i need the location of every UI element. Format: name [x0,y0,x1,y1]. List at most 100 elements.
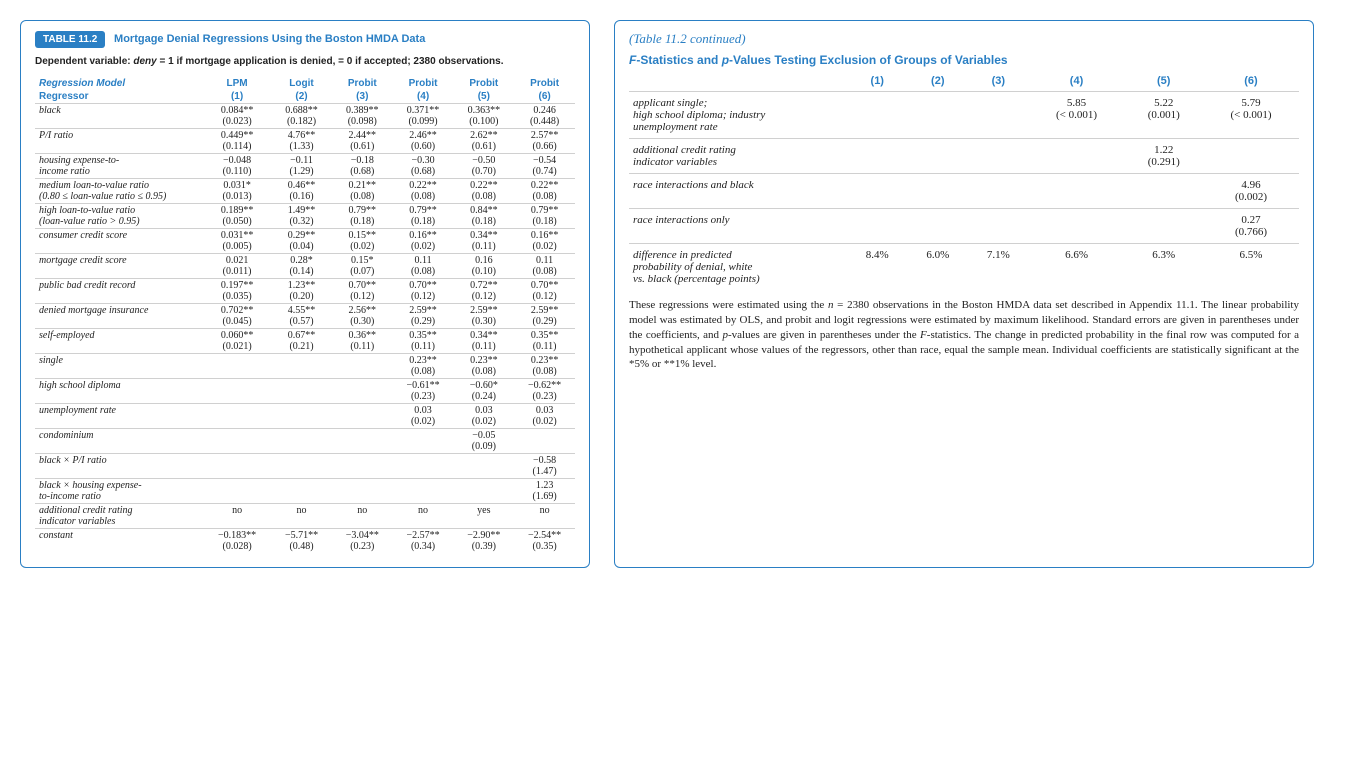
coef-cell: −2.90**(0.39) [453,529,514,554]
regressor-label: additional credit ratingindicator variab… [35,504,203,529]
table-row: housing expense-to-income ratio−0.048(0.… [35,154,575,179]
coef-cell: 0.246(0.448) [514,104,575,129]
table-11-2-continued-panel: (Table 11.2 continued) F-Statistics and … [614,20,1314,568]
table-row: black0.084**(0.023)0.688**(0.182)0.389**… [35,104,575,129]
regressor-label: high school diploma [35,379,203,404]
fstat-cell: 8.4% [847,244,908,291]
fstat-cell [847,209,908,244]
fstat-cell [908,92,969,139]
coef-cell: 0.35**(0.11) [514,329,575,354]
table-row: medium loan-to-value ratio(0.80 ≤ loan-v… [35,179,575,204]
fstat-cell [1125,209,1203,244]
coef-cell: −0.05(0.09) [453,429,514,454]
coef-cell: 0.28*(0.14) [271,254,332,279]
coef-cell [271,354,332,379]
table-row: unemployment rate0.03(0.02)0.03(0.02)0.0… [35,404,575,429]
fstat-cell [1029,139,1125,174]
coef-cell: −0.54(0.74) [514,154,575,179]
coef-cell: 0.449**(0.114) [203,129,271,154]
coef-cell: 0.021(0.011) [203,254,271,279]
regressor-label: condominium [35,429,203,454]
coef-cell: 2.59**(0.29) [514,304,575,329]
coef-cell: no [203,504,271,529]
coef-cell: 0.36**(0.11) [332,329,393,354]
table-row: self-employed0.060**(0.021)0.67**(0.21)0… [35,329,575,354]
coef-cell: 0.34**(0.11) [453,229,514,254]
model-header-row: Regression Model LPM Logit Probit Probit… [35,77,575,90]
column-number-row: Regressor (1) (2) (3) (4) (5) (6) [35,90,575,104]
regressor-label: public bad credit record [35,279,203,304]
coef-cell: −0.11(1.29) [271,154,332,179]
table-row: black × P/I ratio−0.58(1.47) [35,454,575,479]
coef-cell [203,379,271,404]
continued-label: (Table 11.2 continued) [629,31,1299,47]
coef-cell: 0.363**(0.100) [453,104,514,129]
fstat-cell [847,92,908,139]
regressor-label: constant [35,529,203,554]
coef-cell: 0.22**(0.08) [514,179,575,204]
regression-table: Regression Model LPM Logit Probit Probit… [35,77,575,553]
fstat-cell [1203,139,1299,174]
coef-cell: 0.22**(0.08) [453,179,514,204]
coef-cell: 0.67**(0.21) [271,329,332,354]
coef-cell: 0.23**(0.08) [514,354,575,379]
fstat-cell [968,174,1029,209]
regressor-label: P/I ratio [35,129,203,154]
coef-cell: 0.21**(0.08) [332,179,393,204]
regressor-label: consumer credit score [35,229,203,254]
coef-cell [332,429,393,454]
coef-cell: 0.371**(0.099) [393,104,454,129]
coef-cell: 0.031**(0.005) [203,229,271,254]
coef-cell: −5.71**(0.48) [271,529,332,554]
coef-cell: 0.79**(0.18) [514,204,575,229]
table-row: additional credit ratingindicator variab… [35,504,575,529]
regressor-label: high loan-to-value ratio(loan-value rati… [35,204,203,229]
coef-cell: 4.76**(1.33) [271,129,332,154]
coef-cell: −2.54**(0.35) [514,529,575,554]
table-row: applicant single;high school diploma; in… [629,92,1299,139]
coef-cell: 0.702**(0.045) [203,304,271,329]
coef-cell: 0.688**(0.182) [271,104,332,129]
coef-cell [271,454,332,479]
coef-cell: 1.49**(0.32) [271,204,332,229]
fstat-cell: 6.5% [1203,244,1299,291]
coef-cell: −0.048(0.110) [203,154,271,179]
coef-cell: −0.50(0.70) [453,154,514,179]
coef-cell: yes [453,504,514,529]
fstat-cell [968,92,1029,139]
fstat-cell: 1.22(0.291) [1125,139,1203,174]
coef-cell: −3.04**(0.23) [332,529,393,554]
regressor-label: unemployment rate [35,404,203,429]
coef-cell: 2.62**(0.61) [453,129,514,154]
table-title: Mortgage Denial Regressions Using the Bo… [114,33,425,45]
coef-cell: no [271,504,332,529]
coef-cell: 0.29**(0.04) [271,229,332,254]
fstat-row-label: difference in predictedprobability of de… [629,244,847,291]
coef-cell: 0.03(0.02) [514,404,575,429]
coef-cell: 0.16**(0.02) [393,229,454,254]
fstat-cell: 5.79(< 0.001) [1203,92,1299,139]
fstat-table: (1) (2) (3) (4) (5) (6) applicant single… [629,71,1299,290]
fstat-row-label: race interactions and black [629,174,847,209]
coef-cell [203,404,271,429]
coef-cell: 0.34**(0.11) [453,329,514,354]
fstat-cell [908,209,969,244]
coef-cell [271,404,332,429]
fstat-cell: 6.0% [908,244,969,291]
coef-cell [271,479,332,504]
coef-cell: 0.11(0.08) [393,254,454,279]
fstat-cell [1125,174,1203,209]
fstat-cell [968,209,1029,244]
coef-cell: 0.031*(0.013) [203,179,271,204]
coef-cell [332,354,393,379]
coef-cell: 2.59**(0.29) [393,304,454,329]
coef-cell: 1.23**(0.20) [271,279,332,304]
table-row: mortgage credit score0.021(0.011)0.28*(0… [35,254,575,279]
fstat-cell: 4.96(0.002) [1203,174,1299,209]
fstat-cell [968,139,1029,174]
coef-cell: 0.46**(0.16) [271,179,332,204]
coef-cell: 0.16(0.10) [453,254,514,279]
regressor-label: black × P/I ratio [35,454,203,479]
fstat-cell: 5.85(< 0.001) [1029,92,1125,139]
coef-cell [271,429,332,454]
